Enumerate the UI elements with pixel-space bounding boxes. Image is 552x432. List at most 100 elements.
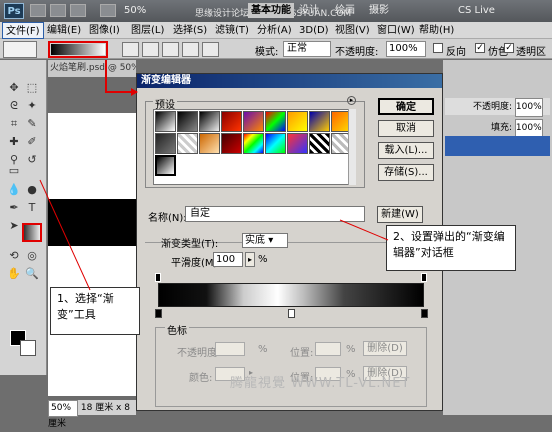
workspace-design[interactable]: 设计 [296,3,322,18]
preset-swatch[interactable] [177,111,198,132]
preset-swatch[interactable] [287,133,308,154]
opacity-field[interactable]: 100% [386,41,426,57]
preset-swatch[interactable] [221,111,242,132]
menu-3d[interactable]: 3D(D) [296,22,332,39]
callout-step1: 1、选择“渐变”工具 [50,287,140,335]
type-tool-icon[interactable]: T [24,200,40,216]
blur-tool-icon[interactable]: 💧 [6,182,22,198]
doc-zoom[interactable]: 50% [48,400,78,417]
preset-swatch[interactable] [155,133,176,154]
zoom-tool-icon[interactable] [100,4,116,17]
radial-gradient-icon[interactable] [142,42,159,57]
load-button[interactable]: 载入(L)... [378,142,434,159]
stop-opacity-field[interactable] [215,342,245,356]
eraser-tool-icon[interactable]: ▭ [6,163,22,179]
preset-swatch[interactable] [309,111,330,132]
background-color-swatch[interactable] [20,340,36,356]
stop-location-field[interactable] [315,342,341,356]
preset-swatch-selected[interactable] [155,155,176,176]
panel-opacity-value[interactable]: 100% [514,98,543,117]
document-tab[interactable]: 火焰笔刷.psd @ 50% (图层 1, RGB/8) * [48,60,136,77]
workspace-painting[interactable]: 绘画 [332,3,358,18]
preset-swatch[interactable] [265,111,286,132]
preset-swatch[interactable] [177,133,198,154]
preset-swatch[interactable] [221,133,242,154]
lasso-tool-icon[interactable]: ᘓ [6,98,22,114]
preset-swatch[interactable] [243,111,264,132]
gradient-type-select[interactable]: 实底 ▾ [242,233,288,248]
3d-rotate-icon[interactable]: ⟲ [6,248,22,264]
3d-orbit-icon[interactable]: ◎ [24,248,40,264]
gradient-tool-icon[interactable] [22,223,42,242]
cancel-button[interactable]: 取消 [378,120,434,137]
crop-tool-icon[interactable]: ⌗ [6,116,22,132]
menu-filter[interactable]: 滤镜(T) [212,22,252,39]
menu-file[interactable]: 文件(F) [2,22,44,39]
pen-tool-icon[interactable]: ✒ [6,200,22,216]
workspace-essentials[interactable]: 基本功能 [248,3,294,18]
workspace-photography[interactable]: 摄影 [366,3,392,18]
angle-gradient-icon[interactable] [162,42,179,57]
color-stop-left[interactable] [155,309,162,318]
new-button[interactable]: 新建(W) [377,206,423,223]
menu-layer[interactable]: 图层(L) [128,22,167,39]
color-stop-middle[interactable] [288,309,295,318]
zoom-tool-box-icon[interactable]: 🔍 [24,266,40,282]
guides-icon[interactable] [70,4,86,17]
menu-analysis[interactable]: 分析(A) [254,22,295,39]
reverse-checkbox[interactable] [433,43,443,53]
tool-preset-picker[interactable] [3,41,37,58]
preset-swatch[interactable] [199,111,220,132]
selected-layer-row[interactable] [445,136,550,156]
menu-select[interactable]: 选择(S) [170,22,210,39]
opacity-stop-right[interactable] [421,273,427,282]
preset-swatch[interactable] [243,133,264,154]
ok-button[interactable]: 确定 [378,98,434,115]
canvas-white-region[interactable] [48,113,136,199]
eyedropper-icon[interactable]: ✎ [24,116,40,132]
gradient-picker[interactable] [48,41,108,58]
reflected-gradient-icon[interactable] [182,42,199,57]
presets-scrollbar[interactable] [348,109,356,185]
transparency-checkbox[interactable]: ✓ [504,43,514,53]
mode-select[interactable]: 正常 [283,41,331,57]
mini-bridge-icon[interactable] [50,4,66,17]
smoothness-field[interactable]: 100 [213,252,243,267]
preset-swatch[interactable] [309,133,330,154]
marquee-tool-icon[interactable]: ⬚ [24,80,40,96]
panel-fill-row: 填充: 100% [445,119,550,138]
save-button[interactable]: 存储(S)... [378,164,434,181]
zoom-level[interactable]: 50% [124,3,166,18]
smoothness-dropdown-icon[interactable]: ▸ [245,252,255,267]
healing-brush-icon[interactable]: ✚ [6,134,22,150]
dodge-tool-icon[interactable]: ● [24,182,40,198]
preset-swatch[interactable] [265,133,286,154]
menu-view[interactable]: 视图(V) [332,22,373,39]
menu-edit[interactable]: 编辑(E) [44,22,84,39]
menu-window[interactable]: 窗口(W) [374,22,418,39]
history-brush-icon[interactable]: ↺ [24,152,40,168]
hand-tool-icon[interactable]: ✋ [6,266,22,282]
path-selection-icon[interactable]: ➤ [6,218,22,234]
move-tool-icon[interactable]: ✥ [6,80,22,96]
dither-checkbox[interactable]: ✓ [475,43,485,53]
menu-image[interactable]: 图像(I) [86,22,123,39]
preset-swatch[interactable] [287,111,308,132]
preset-swatch[interactable] [155,111,176,132]
smoothness-unit: % [258,254,268,265]
linear-gradient-icon[interactable] [122,42,139,57]
opacity-stop-left[interactable] [155,273,161,282]
bridge-icon[interactable] [30,4,46,17]
presets-menu-icon[interactable]: ▸ [347,96,356,105]
delete-opacity-stop-button[interactable]: 删除(D) [363,341,407,356]
diamond-gradient-icon[interactable] [202,42,219,57]
canvas-black-band[interactable] [48,199,136,246]
menu-help[interactable]: 帮助(H) [416,22,457,39]
cs-live[interactable]: CS Live [458,3,495,18]
gradient-preview-bar[interactable] [158,283,424,307]
brush-tool-icon[interactable]: ✐ [24,134,40,150]
name-field[interactable]: 自定 [185,206,365,222]
magic-wand-icon[interactable]: ✦ [24,98,40,114]
color-stop-right[interactable] [421,309,428,318]
preset-swatch[interactable] [199,133,220,154]
